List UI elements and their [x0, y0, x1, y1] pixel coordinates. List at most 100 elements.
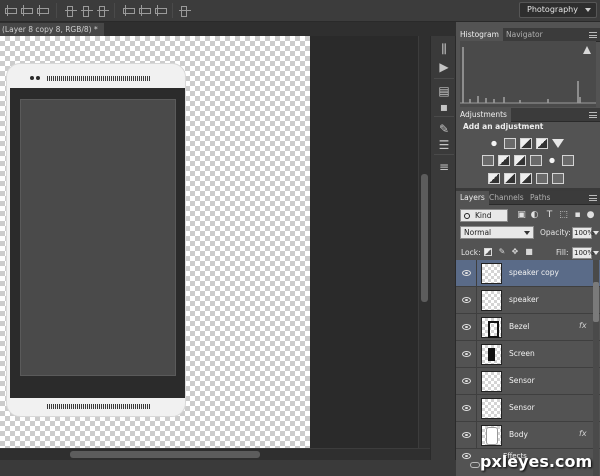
distribute-left-icon[interactable] [122, 4, 136, 17]
visibility-eye-icon[interactable] [462, 432, 471, 438]
lock-position-icon[interactable]: ✥ [510, 247, 520, 257]
tab-adjustments[interactable]: Adjustments [456, 108, 511, 122]
lock-pixels-icon[interactable]: ✎ [497, 247, 507, 257]
tab-paths[interactable]: Paths [526, 191, 554, 205]
pixel-filter-icon[interactable]: ▣ [516, 210, 527, 221]
layer-row[interactable]: speaker [456, 287, 600, 314]
channel-mixer-icon[interactable] [546, 155, 558, 166]
layer-thumbnail [481, 317, 502, 338]
distribute-top-icon[interactable] [64, 4, 78, 17]
tool-presets-icon[interactable]: ☰ [436, 138, 452, 152]
workspace-switcher[interactable]: Photography [519, 2, 597, 18]
transparent-canvas[interactable] [0, 36, 310, 448]
canvas-horizontal-scrollbar[interactable] [0, 448, 430, 460]
threshold-icon[interactable] [520, 173, 532, 184]
visibility-eye-icon[interactable] [462, 297, 471, 303]
visibility-eye-icon[interactable] [462, 453, 471, 459]
distribute-hcenter-icon[interactable] [138, 4, 152, 17]
layer-name: Sensor [509, 376, 535, 385]
layers-list[interactable]: speaker copy speaker Bezel fx Screen Sen… [456, 260, 600, 476]
layer-effects-icon[interactable]: fx [579, 321, 587, 330]
align-right-icon[interactable] [36, 4, 50, 17]
scrollbar-thumb[interactable] [70, 451, 260, 458]
hue-saturation-icon[interactable] [482, 155, 494, 166]
distribute-bottom-icon[interactable] [96, 4, 110, 17]
filter-toggle-icon[interactable]: ● [585, 210, 596, 221]
opacity-dropdown-icon[interactable] [593, 231, 599, 235]
tab-layers[interactable]: Layers [456, 191, 489, 205]
canvas-area[interactable] [0, 36, 418, 448]
curves-icon[interactable] [520, 138, 532, 149]
play-action-icon[interactable]: ▶ [436, 60, 452, 74]
type-filter-icon[interactable]: T [544, 210, 555, 221]
layer-row[interactable]: Sensor [456, 368, 600, 395]
cache-warning-icon[interactable] [583, 46, 591, 54]
fill-field[interactable]: 100% [572, 247, 594, 259]
visibility-eye-icon[interactable] [462, 405, 471, 411]
gradient-map-icon[interactable] [536, 173, 548, 184]
fill-dropdown-icon[interactable] [593, 251, 599, 255]
history-icon[interactable]: ▤ [436, 84, 452, 98]
color-balance-icon[interactable] [498, 155, 510, 166]
layer-row[interactable]: Sensor [456, 395, 600, 422]
phone-body-artwork [6, 63, 186, 417]
mini-bridge-icon[interactable]: ⫼ [436, 42, 452, 56]
panel-menu-icon[interactable] [589, 32, 597, 38]
link-layers-icon[interactable] [470, 462, 480, 468]
posterize-icon[interactable] [504, 173, 516, 184]
status-bar [0, 460, 456, 476]
tab-channels[interactable]: Channels [485, 191, 528, 205]
brightness-contrast-icon[interactable] [488, 138, 500, 149]
scrollbar-thumb[interactable] [421, 174, 428, 302]
distribute-right-icon[interactable] [154, 4, 168, 17]
auto-align-icon[interactable] [178, 4, 192, 17]
exposure-icon[interactable] [536, 138, 548, 149]
selective-color-icon[interactable] [552, 173, 564, 184]
info-icon[interactable]: ▪ [436, 100, 452, 114]
panel-menu-icon[interactable] [589, 195, 597, 201]
shape-filter-icon[interactable]: ⬚ [558, 210, 569, 221]
photo-filter-icon[interactable] [530, 155, 542, 166]
blend-mode-select[interactable]: Normal [460, 226, 534, 239]
brush-presets-icon[interactable]: ✎ [436, 122, 452, 136]
fill-label: Fill: [556, 248, 569, 257]
scrollbar-thumb[interactable] [593, 282, 599, 322]
vibrance-icon[interactable] [552, 138, 564, 149]
distribute-middle-icon[interactable] [80, 4, 94, 17]
layer-thumbnail [481, 344, 502, 365]
lock-transparency-icon[interactable] [484, 248, 492, 256]
visibility-eye-icon[interactable] [462, 378, 471, 384]
visibility-eye-icon[interactable] [462, 324, 471, 330]
visibility-eye-icon[interactable] [462, 351, 471, 357]
layer-row[interactable]: Bezel fx [456, 314, 600, 341]
lock-all-icon[interactable]: ■ [524, 247, 534, 257]
lock-label: Lock: [461, 248, 481, 257]
tab-navigator[interactable]: Navigator [502, 28, 547, 42]
layer-row[interactable]: Screen [456, 341, 600, 368]
canvas-vertical-scrollbar[interactable] [418, 36, 430, 448]
tab-histogram[interactable]: Histogram [456, 28, 503, 42]
panel-menu-icon[interactable] [589, 112, 597, 118]
opacity-field[interactable]: 100% [572, 227, 594, 239]
document-tab-bar: (Layer 8 copy 8, RGB/8) * [0, 22, 456, 36]
smart-object-filter-icon[interactable]: ▪ [572, 210, 583, 221]
color-lookup-icon[interactable] [562, 155, 574, 166]
visibility-eye-icon[interactable] [462, 270, 471, 276]
layers-scrollbar[interactable] [593, 260, 599, 476]
align-center-icon[interactable] [20, 4, 34, 17]
levels-icon[interactable] [504, 138, 516, 149]
layer-thumbnail [481, 290, 502, 311]
filter-kind-select[interactable]: Kind [460, 209, 508, 222]
eye-column-divider [476, 368, 477, 395]
layer-row[interactable]: Body fx [456, 422, 600, 449]
invert-icon[interactable] [488, 173, 500, 184]
adjustment-row-1 [456, 138, 600, 152]
align-left-icon[interactable] [4, 4, 18, 17]
dock-divider [434, 78, 454, 79]
adjustment-filter-icon[interactable]: ◐ [529, 210, 540, 221]
properties-icon[interactable]: ≡ [436, 160, 452, 174]
layer-effects-icon[interactable]: fx [579, 429, 587, 438]
black-white-icon[interactable] [514, 155, 526, 166]
layer-row[interactable]: speaker copy [456, 260, 600, 287]
document-tab[interactable]: (Layer 8 copy 8, RGB/8) * [0, 23, 104, 36]
